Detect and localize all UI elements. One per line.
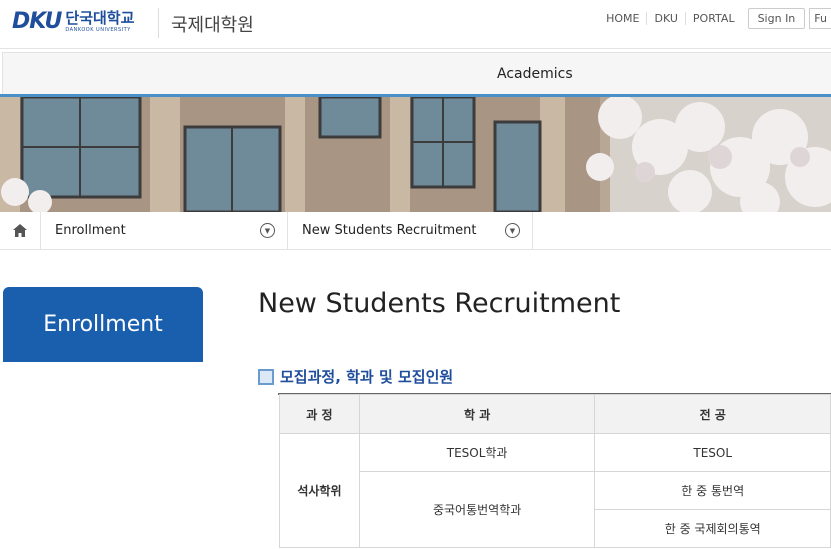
col-header-course: 과 정 [279, 394, 360, 434]
table-row: 석사학위 TESOL학과 TESOL [279, 433, 831, 548]
banner-illustration [0, 97, 831, 212]
department-cell: 중국어통번역학과 [358, 471, 596, 548]
home-button[interactable] [0, 212, 41, 249]
sign-in-button[interactable]: Sign In [747, 8, 806, 29]
breadcrumb-new-students-label: New Students Recruitment [302, 223, 477, 238]
department-cell: TESOL학과 [358, 433, 596, 472]
square-bullet-icon [258, 368, 274, 385]
major-cell: 한 중 통번역 [594, 471, 831, 510]
nav-item-academics[interactable]: Academics [497, 66, 573, 82]
portal-link[interactable]: PORTAL [684, 12, 742, 25]
breadcrumb-enrollment[interactable]: Enrollment ▼ [41, 212, 288, 249]
col-header-major: 전 공 [594, 394, 831, 434]
table-header-row: 과 정 학 과 전 공 [279, 394, 831, 434]
dku-link[interactable]: DKU [646, 12, 684, 25]
chevron-down-icon: ▼ [260, 223, 275, 238]
section-heading: 모집과정, 학과 및 모집인원 [258, 366, 453, 387]
page-title: New Students Recruitment [258, 288, 621, 319]
university-logo[interactable]: DKU 단국대학교 DANKOOK UNIVERSITY [12, 9, 134, 34]
breadcrumb: Enrollment ▼ New Students Recruitment ▼ [0, 212, 831, 250]
site-title[interactable]: 국제대학원 [171, 11, 254, 37]
major-cell: 한 중 국제회의통역 [594, 509, 831, 548]
top-header: DKU 단국대학교 DANKOOK UNIVERSITY 국제대학원 HOME … [0, 0, 831, 49]
major-cell: TESOL [594, 433, 831, 472]
home-icon [13, 224, 27, 237]
logo-divider [158, 8, 159, 38]
breadcrumb-new-students[interactable]: New Students Recruitment ▼ [288, 212, 533, 249]
utility-menu: HOME DKU PORTAL Sign In Fu [599, 8, 831, 29]
course-cell: 석사학위 [279, 433, 360, 548]
logo-english-name: DANKOOK UNIVERSITY [65, 26, 131, 33]
logo-mark: DKU [12, 9, 62, 34]
col-header-department: 학 과 [358, 394, 596, 434]
campus-banner-image [0, 97, 831, 212]
logo-korean-name: 단국대학교 [65, 8, 135, 27]
side-menu-title: Enrollment [3, 287, 203, 362]
main-nav-bar: Academics [2, 52, 831, 96]
cut-off-button[interactable]: Fu [809, 8, 831, 29]
section-heading-text: 모집과정, 학과 및 모집인원 [280, 368, 454, 386]
table-row: 중국어통번역학과 한 중 통번역 [280, 471, 831, 548]
recruitment-table: 과 정 학 과 전 공 석사학위 TESOL학과 TESOL 중국어통번역학과 … [279, 394, 831, 548]
chevron-down-icon: ▼ [505, 223, 520, 238]
home-link[interactable]: HOME [599, 12, 646, 25]
breadcrumb-enrollment-label: Enrollment [55, 223, 126, 238]
